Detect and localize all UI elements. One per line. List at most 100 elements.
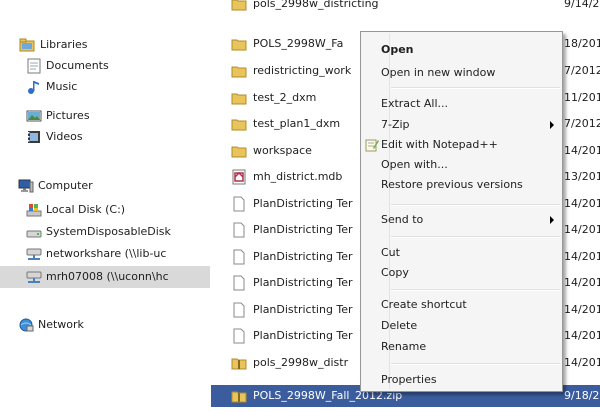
zip-folder-icon <box>231 358 247 370</box>
folder-icon <box>231 0 247 11</box>
nav-computer[interactable]: Computer <box>0 175 210 197</box>
menu-cut[interactable]: Cut <box>363 243 560 263</box>
menu-open[interactable]: Open <box>363 40 560 60</box>
pictures-icon <box>26 110 42 122</box>
drive-icon <box>26 230 42 238</box>
file-icon <box>233 328 245 344</box>
file-date: 14/201 <box>564 197 600 210</box>
menu-separator <box>391 363 560 365</box>
navigation-pane: Libraries Documents Music Pictures Video… <box>0 0 210 412</box>
file-date: 18/201 <box>564 37 600 50</box>
menu-restore-previous[interactable]: Restore previous versions <box>363 175 560 195</box>
nav-networkshare[interactable]: networkshare (\\lib-uc <box>0 243 210 265</box>
menu-create-shortcut[interactable]: Create shortcut <box>363 295 560 315</box>
menu-7zip-label: 7-Zip <box>381 118 410 131</box>
menu-extract-all-label: Extract All... <box>381 97 449 110</box>
file-date: 13/201 <box>564 170 600 183</box>
nav-system-disk-label: SystemDisposableDisk <box>46 225 171 238</box>
menu-rename-label: Rename <box>381 340 427 353</box>
file-icon <box>233 275 245 291</box>
context-menu: Open Open in new window Extract All... 7… <box>360 31 563 392</box>
file-date: 14/201 <box>564 356 600 369</box>
file-date: 7/2012 <box>564 117 600 130</box>
nav-system-disk[interactable]: SystemDisposableDisk <box>0 221 210 243</box>
nav-videos[interactable]: Videos <box>0 127 210 147</box>
file-date: 14/201 <box>564 329 600 342</box>
file-icon <box>233 222 245 238</box>
menu-delete[interactable]: Delete <box>363 316 560 336</box>
menu-separator <box>391 289 560 291</box>
menu-restore-previous-label: Restore previous versions <box>381 178 523 191</box>
folder-icon <box>231 66 247 78</box>
menu-copy[interactable]: Copy <box>363 263 560 283</box>
folder-icon <box>231 39 247 51</box>
folder-icon <box>231 119 247 131</box>
zip-folder-icon <box>231 391 247 403</box>
libraries-icon <box>19 38 35 52</box>
nav-computer-label: Computer <box>38 179 93 192</box>
nav-music[interactable]: Music <box>0 76 210 98</box>
nav-music-label: Music <box>46 80 78 93</box>
file-date: 7/2012 <box>564 64 600 77</box>
nav-network[interactable]: Network <box>0 314 210 336</box>
nav-network-label: Network <box>38 318 84 331</box>
submenu-arrow-icon <box>550 121 554 129</box>
menu-separator <box>391 236 560 238</box>
submenu-arrow-icon <box>550 216 554 224</box>
nav-local-disk[interactable]: Local Disk (C:) <box>0 199 210 221</box>
menu-open-label: Open <box>381 43 414 56</box>
menu-cut-label: Cut <box>381 246 400 259</box>
folder-icon <box>231 93 247 105</box>
file-name: pols_2998w_districting <box>253 0 379 10</box>
videos-icon <box>28 131 40 143</box>
nav-documents-label: Documents <box>46 59 109 72</box>
file-date: 14/201 <box>564 223 600 236</box>
nav-libraries-label: Libraries <box>40 38 88 51</box>
menu-send-to[interactable]: Send to <box>363 210 560 230</box>
menu-properties[interactable]: Properties <box>363 370 560 390</box>
local-disk-icon <box>26 204 42 217</box>
file-date: 9/18/201 <box>564 389 600 402</box>
menu-separator <box>391 204 560 206</box>
nav-documents[interactable]: Documents <box>0 55 210 77</box>
nav-libraries[interactable]: Libraries <box>0 34 210 56</box>
file-icon <box>233 302 245 318</box>
menu-open-new-window-label: Open in new window <box>381 66 496 79</box>
menu-extract-all[interactable]: Extract All... <box>363 94 560 114</box>
network-drive-icon <box>26 248 42 260</box>
menu-delete-label: Delete <box>381 319 418 332</box>
computer-icon <box>18 179 34 193</box>
menu-send-to-label: Send to <box>381 213 424 226</box>
nav-local-disk-label: Local Disk (C:) <box>46 203 126 216</box>
nav-mrh07008-label: mrh07008 (\\uconn\hc <box>46 270 169 283</box>
menu-edit-notepad-label: Edit with Notepad++ <box>381 138 498 151</box>
file-date: 14/201 <box>564 144 600 157</box>
nav-pictures-label: Pictures <box>46 109 90 122</box>
file-date: 9/14/201 <box>564 0 600 10</box>
database-file-icon <box>232 169 246 185</box>
menu-open-new-window[interactable]: Open in new window <box>363 63 560 83</box>
nav-networkshare-label: networkshare (\\lib-uc <box>46 247 167 260</box>
file-row[interactable]: pols_2998w_districting 9/14/201 <box>211 0 600 15</box>
file-date: 14/201 <box>564 250 600 263</box>
menu-open-with-label: Open with... <box>381 158 448 171</box>
menu-edit-notepad[interactable]: Edit with Notepad++ <box>363 135 560 155</box>
notepad-plus-plus-icon <box>365 139 379 152</box>
file-icon <box>233 249 245 265</box>
nav-pictures[interactable]: Pictures <box>0 106 210 126</box>
music-icon <box>28 81 39 94</box>
nav-mrh07008[interactable]: mrh07008 (\\uconn\hc <box>0 266 210 288</box>
document-icon <box>27 58 41 74</box>
menu-create-shortcut-label: Create shortcut <box>381 298 467 311</box>
folder-icon <box>231 146 247 158</box>
nav-videos-label: Videos <box>46 130 83 143</box>
network-drive-icon <box>26 271 42 283</box>
network-icon <box>19 318 34 332</box>
menu-open-with[interactable]: Open with... <box>363 155 560 175</box>
menu-rename[interactable]: Rename <box>363 337 560 357</box>
file-date: 14/201 <box>564 276 600 289</box>
menu-separator <box>391 87 560 89</box>
file-date: 11/201 <box>564 91 600 104</box>
file-icon <box>233 196 245 212</box>
menu-7zip[interactable]: 7-Zip <box>363 115 560 135</box>
